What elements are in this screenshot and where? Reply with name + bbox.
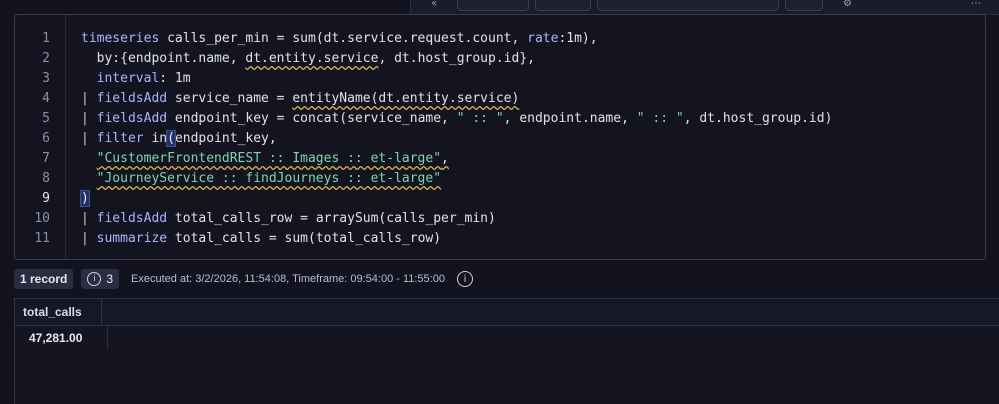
table-cell[interactable]: 47,281.00 — [15, 326, 108, 350]
code-text: total_calls = sum(total_calls_row) — [167, 231, 442, 246]
code-text: total_calls_row = arraySum(calls_per_min… — [167, 211, 496, 226]
code-line-2[interactable]: by:{endpoint.name, dt.entity.service, dt… — [81, 49, 535, 69]
code-line-10[interactable]: | fieldsAdd total_calls_row = arraySum(c… — [81, 209, 496, 229]
code-line-9[interactable]: ) — [80, 189, 90, 209]
result-status-bar: 1 record i 3 Executed at: 3/2/2026, 11:5… — [14, 268, 473, 290]
line-number: 3 — [42, 71, 50, 86]
keyword: filter — [96, 131, 144, 146]
parameter: interval — [81, 71, 160, 86]
warnings-button[interactable]: i 3 — [81, 269, 120, 289]
line-number: 1 — [42, 31, 50, 46]
line-number: 5 — [42, 111, 50, 126]
line-number: 7 — [42, 151, 50, 166]
code-line-4[interactable]: | fieldsAdd service_name = entityName(dt… — [81, 89, 519, 109]
toolbar-button[interactable] — [457, 0, 529, 11]
toolbar-button[interactable] — [597, 0, 779, 11]
line-number: 6 — [42, 131, 50, 146]
code-text: : 1m — [159, 71, 191, 86]
parameter: rate — [527, 31, 559, 46]
code-line-5[interactable]: | fieldsAdd endpoint_key = concat(servic… — [81, 109, 832, 129]
keyword: summarize — [96, 231, 168, 246]
column-header[interactable]: total_calls — [15, 299, 102, 325]
keyword: fieldsAdd — [96, 91, 168, 106]
query-toolbar: « ⚙ ⋯ — [410, 0, 999, 15]
code-line-8[interactable]: "JourneyService :: findJourneys :: et-la… — [81, 169, 441, 189]
string-literal: " :: " — [636, 111, 684, 126]
code-line-6[interactable]: | filter in(endpoint_key, — [81, 129, 277, 149]
code-line-3[interactable]: interval: 1m — [81, 69, 191, 89]
code-text: , dt.host_group.id}, — [378, 51, 535, 66]
warning-squiggle[interactable]: dt.entity.service — [245, 51, 378, 66]
code-text: service_name = — [167, 91, 293, 106]
code-text: , — [441, 151, 449, 166]
line-number: 11 — [34, 231, 50, 246]
code-text: endpoint_key = concat(service_name, — [167, 111, 457, 126]
code-line-1[interactable]: timeseries calls_per_min = sum(dt.servic… — [81, 29, 598, 49]
results-table: total_calls 47,281.00 — [14, 298, 999, 404]
matched-paren: ( — [166, 130, 176, 147]
line-number: 10 — [34, 211, 50, 226]
string-literal[interactable]: "CustomerFrontendREST :: Images :: et-la… — [97, 151, 441, 166]
keyword: fieldsAdd — [96, 211, 168, 226]
string-literal[interactable]: "JourneyService :: findJourneys :: et-la… — [97, 171, 441, 186]
string-literal: " :: " — [456, 111, 504, 126]
warning-squiggle[interactable]: entityName(dt.entity.service) — [292, 91, 519, 106]
record-count-badge: 1 record — [14, 269, 74, 289]
more-icon[interactable]: ⋯ — [971, 0, 981, 9]
warnings-count: 3 — [106, 272, 114, 286]
toolbar-button[interactable] — [785, 0, 823, 11]
line-number-active: 9 — [42, 191, 50, 206]
toolbar-button[interactable] — [535, 0, 591, 11]
table-header-row: total_calls — [15, 299, 999, 326]
query-editor[interactable]: 1 2 3 4 5 6 7 8 9 10 11 timeseries calls… — [14, 14, 986, 260]
code-text: calls_per_min = sum(dt.service.request.c… — [159, 31, 528, 46]
pipe: | — [81, 131, 97, 146]
run-options-icon[interactable]: « — [431, 0, 437, 9]
line-number: 8 — [42, 171, 50, 186]
code-text: :1m), — [558, 31, 598, 46]
code-text: endpoint_key, — [174, 131, 277, 146]
pipe: | — [81, 231, 97, 246]
line-number: 2 — [42, 51, 50, 66]
settings-icon[interactable]: ⚙ — [843, 0, 852, 9]
keyword: timeseries — [81, 31, 160, 46]
code-text: in — [143, 131, 168, 146]
code-line-7[interactable]: "CustomerFrontendREST :: Images :: et-la… — [81, 149, 449, 169]
pipe: | — [81, 91, 97, 106]
matched-paren: ) — [80, 190, 90, 207]
code-text: , endpoint.name, — [503, 111, 637, 126]
info-icon: i — [87, 272, 102, 286]
code-line-11[interactable]: | summarize total_calls = sum(total_call… — [81, 229, 441, 249]
pipe: | — [81, 111, 97, 126]
code-text: by:{endpoint.name, — [81, 51, 246, 66]
info-icon[interactable]: i — [456, 271, 473, 287]
line-number: 4 — [42, 91, 50, 106]
keyword: fieldsAdd — [96, 111, 168, 126]
pipe: | — [81, 211, 97, 226]
code-text: , dt.host_group.id) — [683, 111, 833, 126]
execution-info-text: Executed at: 3/2/2026, 11:54:08, Timefra… — [131, 273, 445, 285]
